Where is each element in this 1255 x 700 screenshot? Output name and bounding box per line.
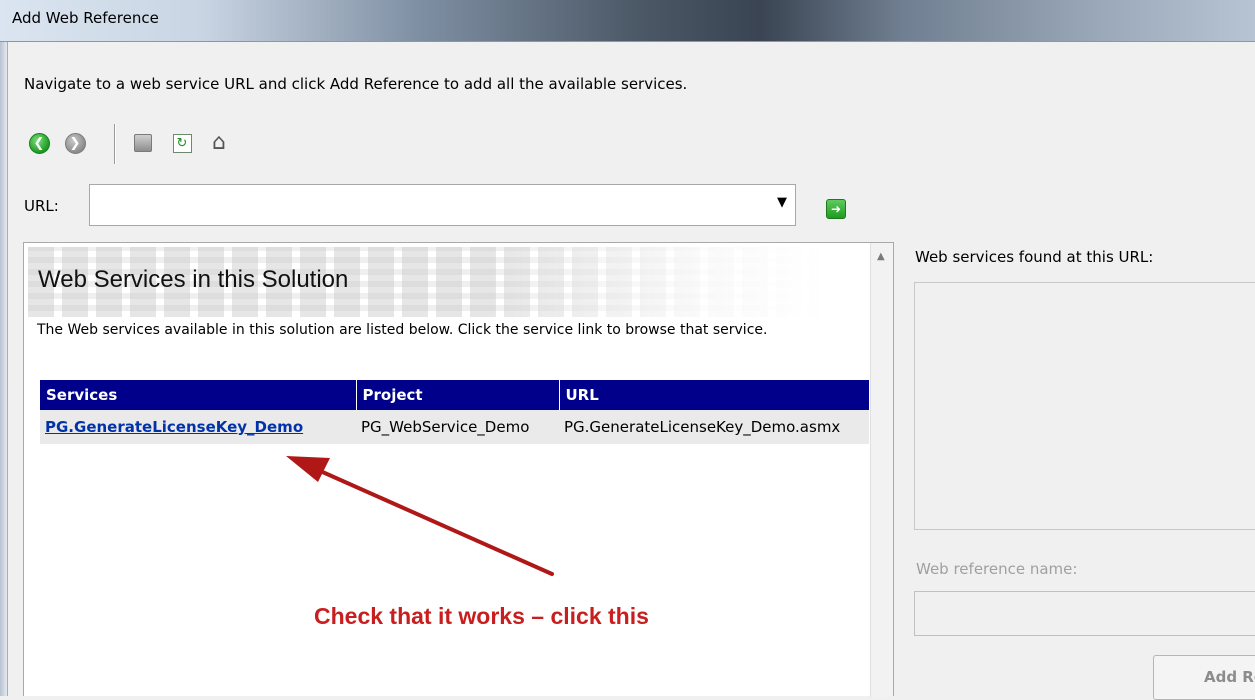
url-combobox[interactable]: ▼ [89,184,796,226]
refresh-icon: ↻ [172,133,192,153]
found-services-label: Web services found at this URL: [915,248,1154,266]
toolbar-separator [114,124,115,164]
add-reference-button[interactable]: Add Reference [1153,655,1255,700]
refresh-button[interactable]: ↻ [171,132,193,154]
stop-button[interactable] [132,132,154,154]
scroll-up-icon[interactable]: ▲ [877,251,885,262]
page-description: The Web services available in this solut… [37,322,768,338]
web-reference-name-input[interactable] [914,591,1255,636]
column-header-services: Services [40,380,357,410]
instructions-text: Navigate to a web service URL and click … [24,75,688,93]
stop-icon [134,134,152,152]
services-table: Services Project URL PG.GenerateLicenseK… [40,380,870,444]
home-icon: ⌂ [212,130,226,155]
back-arrow-icon: ❮ [28,132,50,154]
forward-arrow-icon: ❯ [64,132,86,154]
window-frame [0,42,8,696]
page-title: Web Services in this Solution [38,266,349,293]
window-title: Add Web Reference [12,9,159,27]
chevron-down-icon[interactable]: ▼ [777,195,787,210]
table-header-row: Services Project URL [40,380,870,410]
column-header-url: URL [559,380,870,410]
go-button[interactable]: ➜ [826,199,846,219]
url-label: URL: [24,197,59,215]
go-arrow-icon: ➜ [830,202,842,216]
service-link[interactable]: PG.GenerateLicenseKey_Demo [45,418,303,436]
project-cell: PG_WebService_Demo [356,410,559,444]
annotation-text: Check that it works – click this [314,603,649,629]
column-header-project: Project [356,380,560,410]
web-reference-name-label: Web reference name: [916,560,1078,578]
table-row: PG.GenerateLicenseKey_Demo PG_WebService… [40,410,869,444]
service-cell: PG.GenerateLicenseKey_Demo [40,410,356,444]
back-button[interactable]: ❮ [28,132,50,154]
forward-button[interactable]: ❯ [64,132,86,154]
home-button[interactable]: ⌂ [208,132,230,154]
vertical-scrollbar[interactable]: ▲ [870,243,893,697]
url-cell: PG.GenerateLicenseKey_Demo.asmx [559,410,869,444]
found-services-list[interactable] [914,282,1255,530]
title-bar: Add Web Reference [0,0,1255,42]
